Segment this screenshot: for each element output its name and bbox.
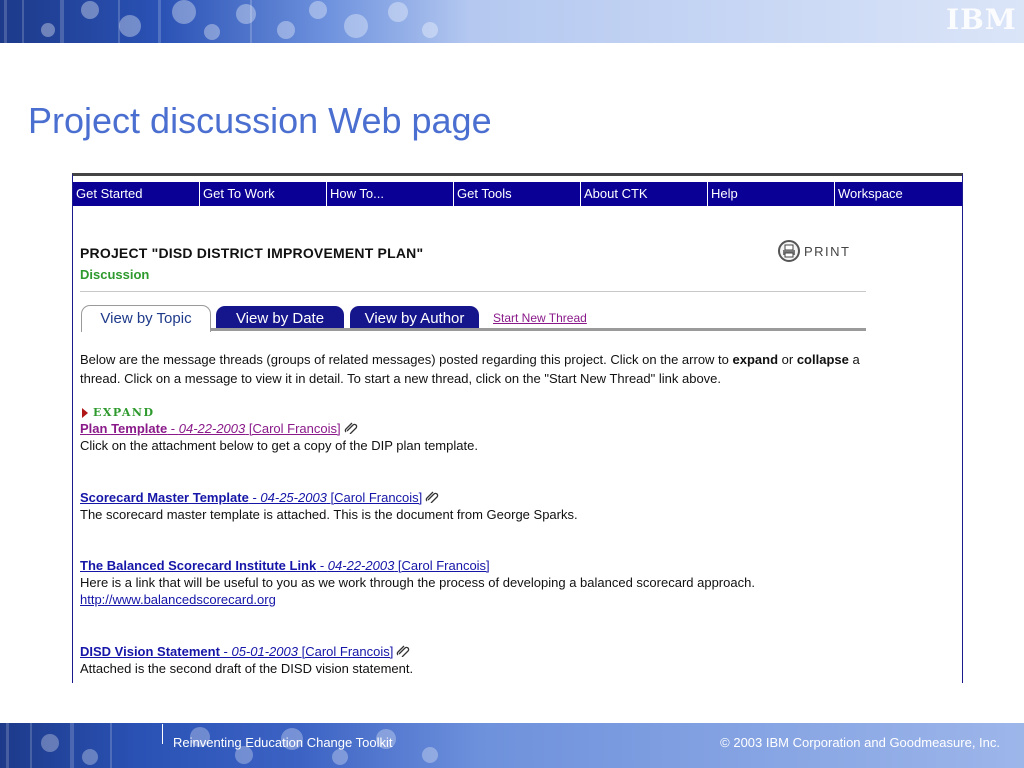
paperclip-icon[interactable] — [396, 645, 410, 657]
nav-get-started[interactable]: Get Started — [73, 182, 200, 206]
thread-link[interactable]: The Balanced Scorecard Institute Link - … — [80, 558, 490, 573]
divider — [80, 291, 866, 292]
print-button[interactable]: PRINT — [778, 240, 851, 262]
thread-body: Here is a link that will be useful to yo… — [80, 575, 755, 590]
header-banner: IBM — [0, 0, 1024, 43]
web-page-screenshot: Get Started Get To Work How To... Get To… — [72, 173, 963, 683]
footer-copyright: © 2003 IBM Corporation and Goodmeasure, … — [720, 735, 1000, 750]
expand-toggle[interactable]: EXPAND — [82, 406, 155, 419]
thread-link[interactable]: DISD Vision Statement - 05-01-2003 [Caro… — [80, 644, 393, 659]
tab-view-by-topic[interactable]: View by Topic — [81, 305, 211, 332]
nav-get-tools[interactable]: Get Tools — [454, 182, 581, 206]
tabs-baseline — [210, 328, 866, 331]
nav-help[interactable]: Help — [708, 182, 835, 206]
nav-get-to-work[interactable]: Get To Work — [200, 182, 327, 206]
section-label: Discussion — [80, 267, 150, 282]
thread-item: The Balanced Scorecard Institute Link - … — [80, 557, 755, 608]
thread-item: Plan Template - 04-22-2003 [Carol Franco… — [80, 420, 478, 454]
thread-body: Attached is the second draft of the DISD… — [80, 661, 414, 676]
thread-item: DISD Vision Statement - 05-01-2003 [Caro… — [80, 643, 413, 677]
footer-toolkit-name: Reinventing Education Change Toolkit — [173, 735, 393, 750]
thread-item: Scorecard Master Template - 04-25-2003 [… — [80, 489, 578, 523]
nav-how-to[interactable]: How To... — [327, 182, 454, 206]
thread-body: The scorecard master template is attache… — [80, 507, 578, 522]
banner-decoration — [4, 0, 438, 43]
nav-workspace[interactable]: Workspace — [835, 182, 962, 206]
nav-about-ctk[interactable]: About CTK — [581, 182, 708, 206]
ibm-logo: IBM — [946, 3, 1017, 36]
intro-text: Below are the message threads (groups of… — [80, 352, 860, 386]
thread-link[interactable]: Scorecard Master Template - 04-25-2003 [… — [80, 490, 422, 505]
printer-icon — [778, 240, 800, 262]
expand-label: EXPAND — [93, 406, 155, 419]
paperclip-icon[interactable] — [344, 422, 358, 434]
paperclip-icon[interactable] — [425, 491, 439, 503]
slide-title: Project discussion Web page — [28, 100, 492, 141]
thread-link[interactable]: Plan Template - 04-22-2003 [Carol Franco… — [80, 421, 341, 436]
footer-separator — [162, 724, 163, 744]
nav-bar: Get Started Get To Work How To... Get To… — [73, 182, 962, 206]
project-title: PROJECT "DISD DISTRICT IMPROVEMENT PLAN" — [80, 245, 424, 261]
thread-body: Click on the attachment below to get a c… — [80, 438, 478, 453]
start-new-thread-link[interactable]: Start New Thread — [493, 311, 587, 325]
print-label: PRINT — [804, 243, 851, 259]
expand-arrow-icon — [82, 407, 88, 418]
balanced-scorecard-url-link[interactable]: http://www.balancedscorecard.org — [80, 592, 276, 607]
